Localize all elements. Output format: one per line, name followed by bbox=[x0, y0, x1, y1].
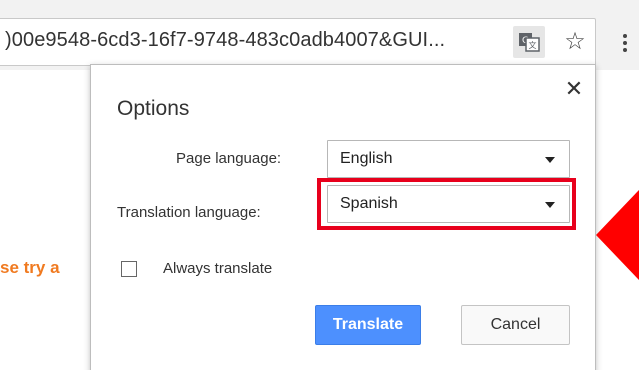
url-text[interactable]: )00e9548-6cd3-16f7-9748-483c0adb4007&GUI… bbox=[5, 29, 445, 52]
star-icon: ☆ bbox=[564, 28, 586, 55]
page-language-value: English bbox=[340, 150, 393, 167]
browser-toolbar: )00e9548-6cd3-16f7-9748-483c0adb4007&GUI… bbox=[0, 0, 639, 70]
always-translate-label: Always translate bbox=[163, 260, 273, 277]
red-highlight-box bbox=[317, 178, 576, 230]
translate-options-popup: ✕ Options Page language: English Transla… bbox=[90, 64, 596, 370]
page-language-label: Page language: bbox=[176, 150, 282, 167]
translation-language-label: Translation language: bbox=[117, 204, 261, 221]
cancel-button[interactable]: Cancel bbox=[461, 305, 570, 345]
translate-button[interactable]: Translate bbox=[315, 305, 421, 345]
bookmark-star-button[interactable]: ☆ bbox=[561, 27, 589, 57]
page-partial-text: se try a bbox=[0, 258, 60, 277]
browser-menu-button[interactable] bbox=[614, 24, 636, 58]
address-bar[interactable]: )00e9548-6cd3-16f7-9748-483c0adb4007&GUI… bbox=[0, 18, 596, 66]
translate-page-button[interactable]: G 文 bbox=[513, 26, 545, 58]
svg-text:文: 文 bbox=[529, 40, 537, 50]
page-language-select[interactable]: English bbox=[327, 140, 570, 178]
screenshot-stage: )00e9548-6cd3-16f7-9748-483c0adb4007&GUI… bbox=[0, 0, 639, 370]
translate-icon: G 文 bbox=[519, 33, 540, 52]
always-translate-checkbox[interactable] bbox=[121, 261, 137, 277]
chevron-down-icon bbox=[545, 157, 555, 163]
close-icon[interactable]: ✕ bbox=[563, 78, 585, 100]
popup-title: Options bbox=[117, 97, 190, 120]
red-arrow-annotation bbox=[596, 190, 639, 280]
